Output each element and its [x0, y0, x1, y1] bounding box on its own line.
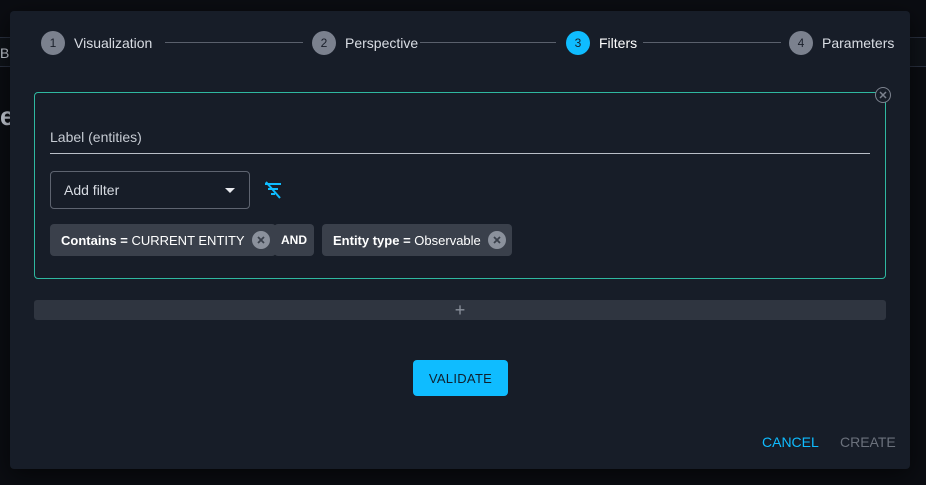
- filter-off-icon[interactable]: [262, 179, 284, 201]
- chip-key: Entity type =: [333, 232, 411, 248]
- step-visualization[interactable]: 1 Visualization: [41, 31, 152, 55]
- chip-key: Contains =: [61, 232, 128, 248]
- step-perspective[interactable]: 2 Perspective: [312, 31, 418, 55]
- caret-down-icon: [225, 188, 235, 193]
- step-connector: [643, 42, 781, 43]
- step-connector: [165, 42, 303, 43]
- filter-card: Label (entities) Add filter Contains = C…: [34, 87, 891, 279]
- filter-chip-entity-type[interactable]: Entity type = Observable: [322, 224, 512, 256]
- step-parameters[interactable]: 4 Parameters: [789, 31, 894, 55]
- step-number: 1: [41, 31, 65, 55]
- label-field-placeholder: Label (entities): [50, 129, 142, 145]
- step-label: Parameters: [822, 35, 895, 51]
- step-number: 2: [312, 31, 336, 55]
- background-text: B: [0, 45, 10, 61]
- validate-button[interactable]: VALIDATE: [413, 360, 508, 396]
- add-filter-select[interactable]: Add filter: [50, 171, 250, 209]
- create-button[interactable]: CREATE: [840, 434, 896, 450]
- step-filters[interactable]: 3 Filters: [566, 31, 637, 55]
- cancel-button[interactable]: CANCEL: [762, 434, 819, 450]
- step-label: Perspective: [345, 35, 419, 51]
- add-filter-group-button[interactable]: +: [34, 300, 886, 320]
- step-label: Filters: [599, 35, 638, 51]
- remove-chip-icon[interactable]: [487, 231, 506, 249]
- filter-operator-chip[interactable]: AND: [274, 224, 314, 256]
- step-number: 3: [566, 31, 590, 55]
- widget-creation-dialog: 1 Visualization 2 Perspective 3 Filters …: [10, 11, 910, 469]
- stepper: 1 Visualization 2 Perspective 3 Filters …: [41, 31, 894, 55]
- chip-value: Observable: [414, 232, 481, 248]
- step-label: Visualization: [74, 35, 153, 51]
- label-entities-input[interactable]: Label (entities): [50, 129, 870, 154]
- add-filter-value: Add filter: [64, 182, 120, 198]
- chip-value: CURRENT ENTITY: [131, 232, 245, 248]
- step-number: 4: [789, 31, 813, 55]
- close-icon[interactable]: [875, 87, 891, 103]
- plus-icon: +: [454, 300, 466, 320]
- remove-chip-icon[interactable]: [251, 231, 270, 249]
- step-connector: [420, 42, 556, 43]
- filter-chip-contains[interactable]: Contains = CURRENT ENTITY: [50, 224, 276, 256]
